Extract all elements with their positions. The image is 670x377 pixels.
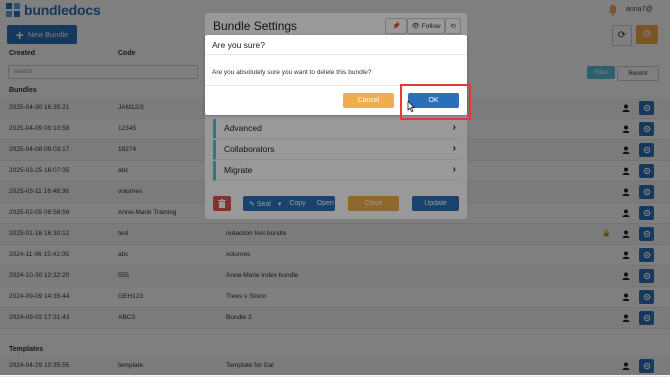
confirm-title: Are you sure?: [212, 40, 265, 50]
mouse-cursor-icon: [407, 101, 415, 112]
app-root: bundledocs anna7@ + New Bundle ⟳ ⚙ Creat…: [0, 0, 670, 377]
cancel-button[interactable]: Cancel: [343, 93, 394, 108]
divider: [205, 54, 467, 55]
confirm-message: Are you absolutely sure you want to dele…: [212, 69, 372, 76]
